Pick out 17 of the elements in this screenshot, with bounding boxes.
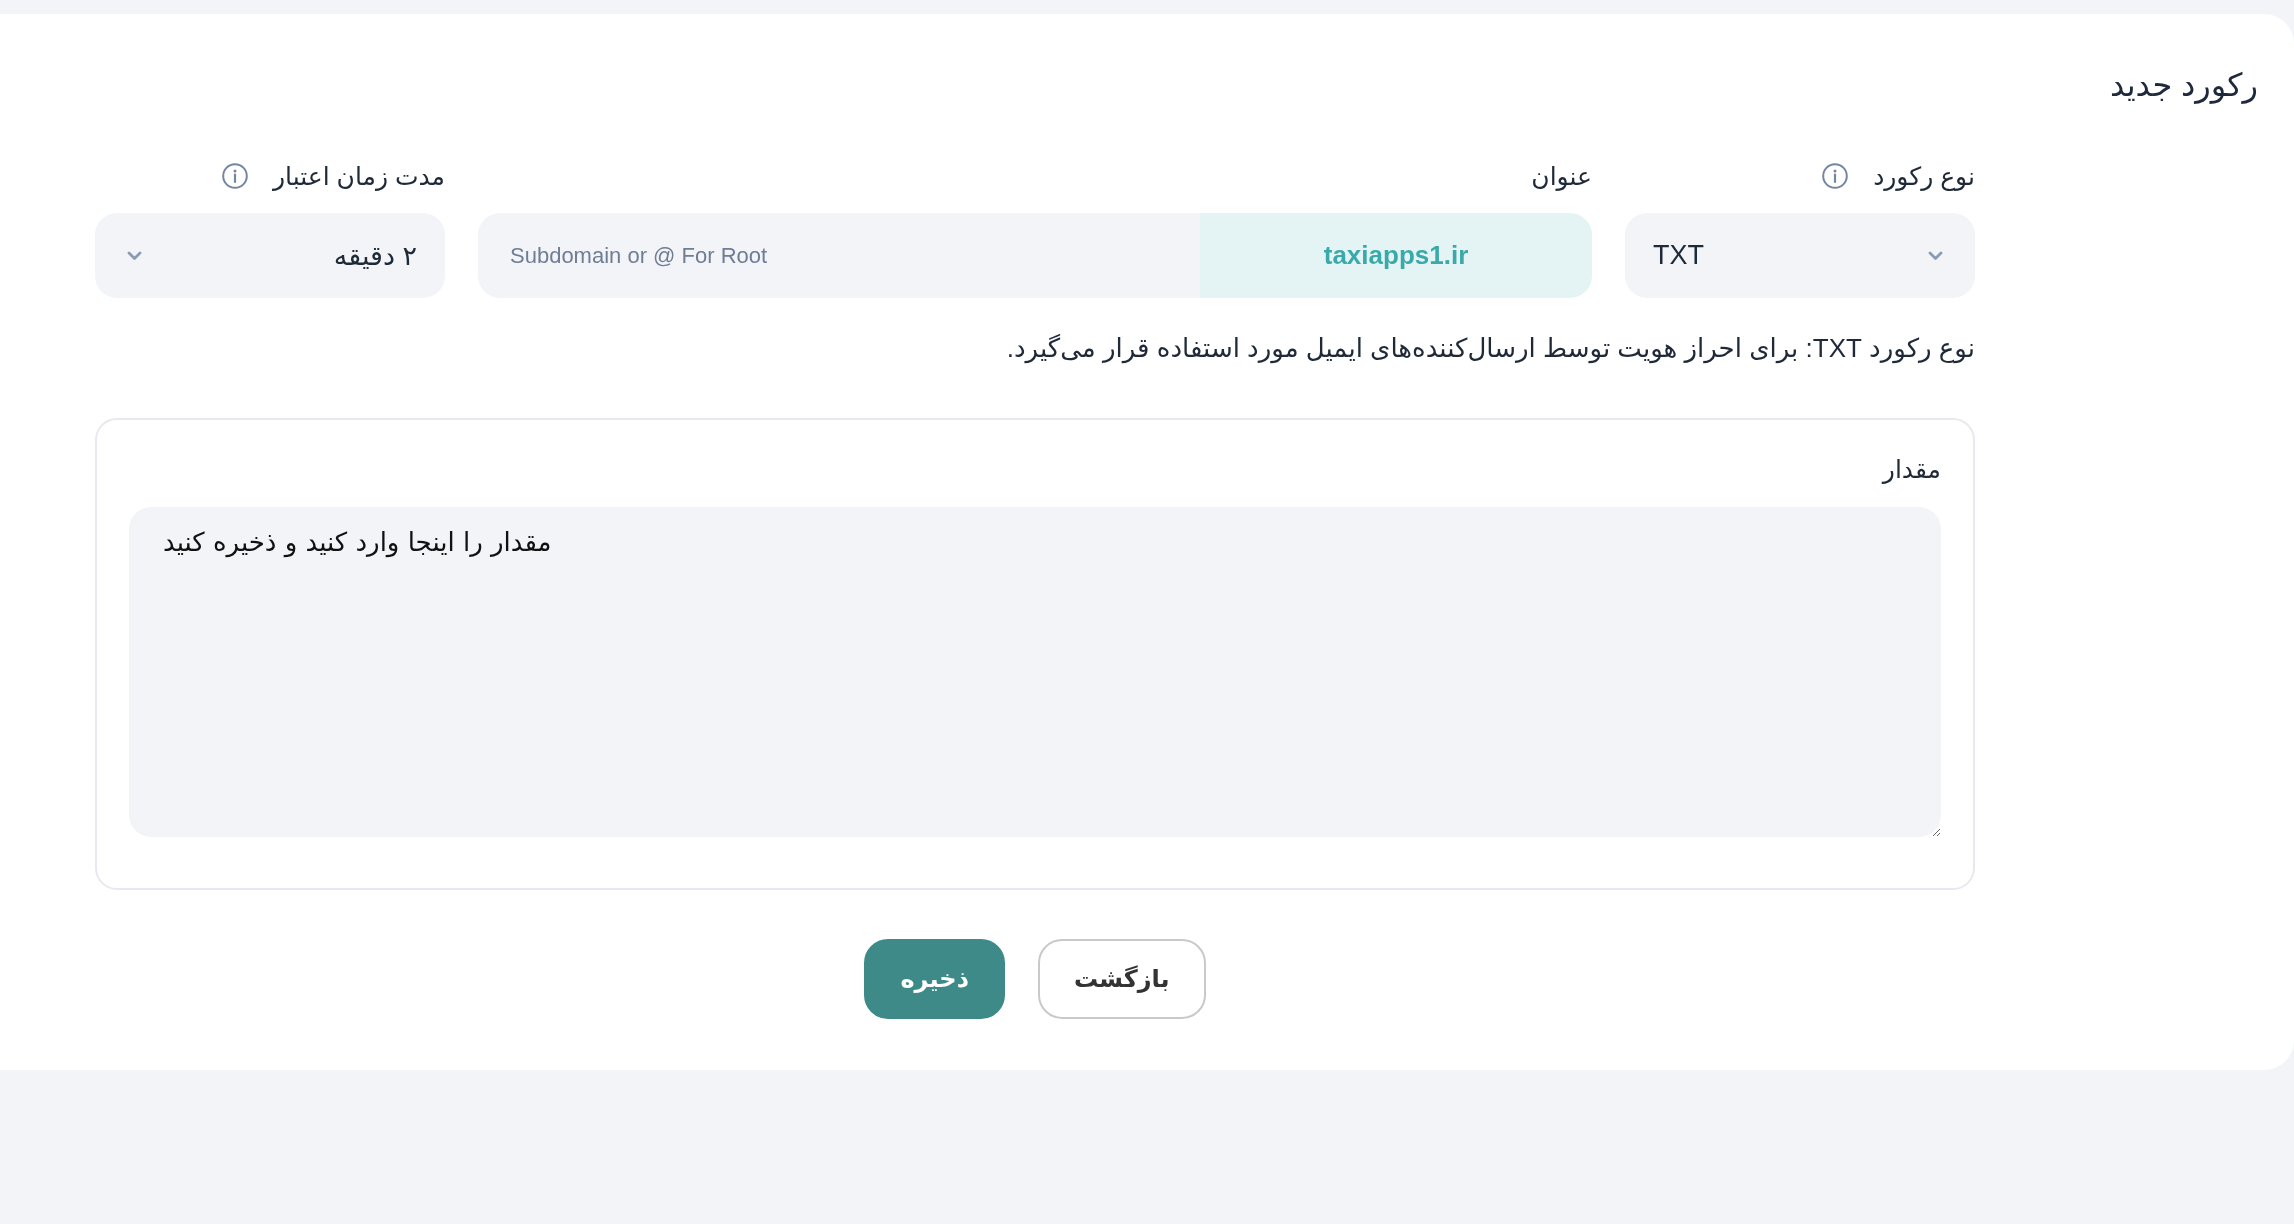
domain-suffix: taxiapps1.ir bbox=[1200, 213, 1592, 298]
chevron-icon bbox=[127, 250, 142, 261]
save-button[interactable]: ذخیره bbox=[864, 939, 1005, 1019]
select-field[interactable]: TXT bbox=[1625, 213, 1975, 298]
value-label: مقدار bbox=[1882, 454, 1941, 486]
field-label: نوع رکورد bbox=[1873, 161, 1975, 193]
back-button[interactable]: بازگشت bbox=[1037, 939, 1206, 1019]
value-textarea[interactable]: مقدار را اینجا وارد کنید و ذخیره کنید bbox=[129, 507, 1941, 837]
field-label: عنوان bbox=[1531, 161, 1592, 193]
subdomain-input[interactable]: Subdomain or @ For Root bbox=[478, 213, 1200, 298]
chevron-icon bbox=[1928, 250, 1943, 261]
info-icon[interactable] bbox=[1822, 163, 1849, 189]
field-label: مدت زمان اعتبار bbox=[272, 161, 445, 193]
select-field[interactable]: ۲ دقیقه bbox=[95, 213, 445, 298]
page-title: رکورد جدید bbox=[2109, 66, 2258, 106]
record-type-description: نوع رکورد TXT: برای احراز هویت توسط ارسال‌کننده‌های ایمیل مورد استفاده قرار می‌گیرد. bbox=[1006, 332, 1975, 366]
info-icon[interactable] bbox=[221, 163, 248, 189]
